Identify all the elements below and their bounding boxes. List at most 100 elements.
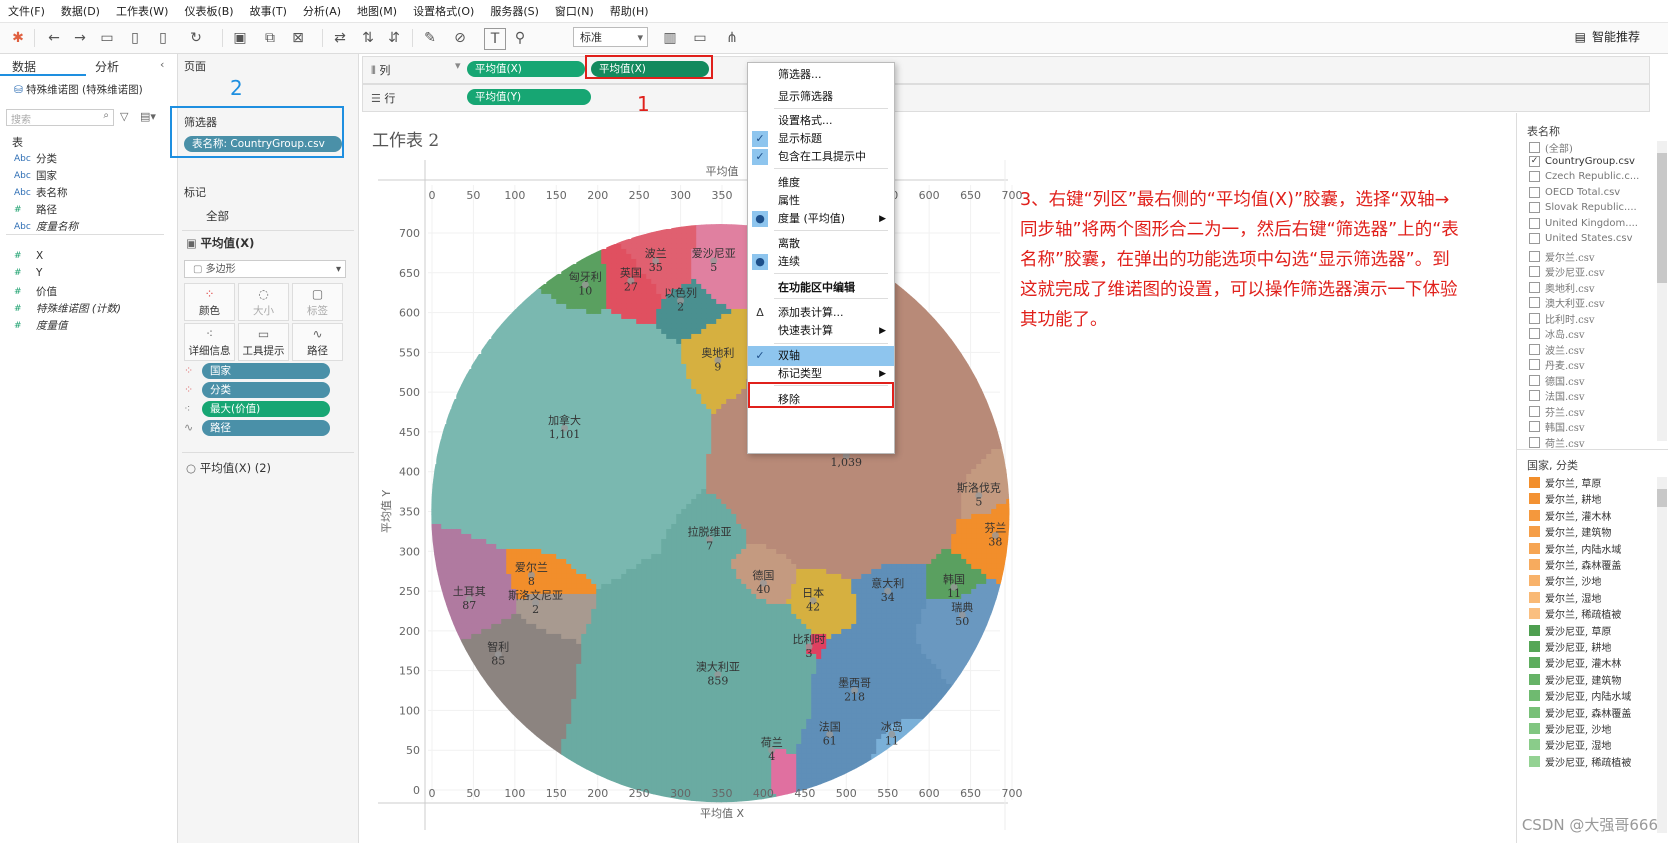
voronoi-cell[interactable] xyxy=(941,368,947,375)
voronoi-cell[interactable] xyxy=(976,428,982,435)
voronoi-cell[interactable] xyxy=(771,453,777,460)
voronoi-cell[interactable] xyxy=(526,333,532,340)
voronoi-cell[interactable] xyxy=(491,333,497,340)
voronoi-cell[interactable] xyxy=(666,308,672,315)
voronoi-cell[interactable] xyxy=(861,453,867,460)
voronoi-cell[interactable] xyxy=(641,418,647,425)
voronoi-cell[interactable] xyxy=(491,343,497,350)
voronoi-cell[interactable] xyxy=(881,473,887,480)
voronoi-cell[interactable] xyxy=(856,473,862,480)
voronoi-cell[interactable] xyxy=(481,458,487,465)
voronoi-cell[interactable] xyxy=(696,483,702,490)
voronoi-cell[interactable] xyxy=(936,323,942,330)
voronoi-cell[interactable] xyxy=(666,348,672,355)
voronoi-cell[interactable] xyxy=(631,383,637,390)
voronoi-cell[interactable] xyxy=(616,308,622,315)
voronoi-cell[interactable] xyxy=(616,313,622,320)
voronoi-cell[interactable] xyxy=(596,328,602,335)
voronoi-cell[interactable] xyxy=(926,423,932,430)
voronoi-cell[interactable] xyxy=(616,483,622,490)
voronoi-cell[interactable] xyxy=(951,473,957,480)
voronoi-cell[interactable] xyxy=(601,263,607,270)
voronoi-cell[interactable] xyxy=(601,333,607,340)
voronoi-cell[interactable] xyxy=(741,438,747,445)
voronoi-cell[interactable] xyxy=(461,468,467,475)
voronoi-cell[interactable] xyxy=(511,373,517,380)
voronoi-cell[interactable] xyxy=(656,463,662,470)
voronoi-cell[interactable] xyxy=(801,483,807,490)
voronoi-cell[interactable] xyxy=(581,398,587,405)
voronoi-cell[interactable] xyxy=(946,453,952,460)
voronoi-cell[interactable] xyxy=(661,398,667,405)
voronoi-cell[interactable] xyxy=(436,443,442,450)
voronoi-cell[interactable] xyxy=(461,418,467,425)
voronoi-cell[interactable] xyxy=(641,438,647,445)
voronoi-cell[interactable] xyxy=(461,403,467,410)
voronoi-cell[interactable] xyxy=(626,343,632,350)
voronoi-cell[interactable] xyxy=(966,433,972,440)
voronoi-cell[interactable] xyxy=(546,343,552,350)
voronoi-cell[interactable] xyxy=(681,328,687,335)
voronoi-cell[interactable] xyxy=(446,483,452,490)
voronoi-cell[interactable] xyxy=(506,378,512,385)
voronoi-cell[interactable] xyxy=(611,278,617,285)
voronoi-cell[interactable] xyxy=(706,313,712,320)
voronoi-cell[interactable] xyxy=(736,368,742,375)
voronoi-cell[interactable] xyxy=(646,308,652,315)
voronoi-cell[interactable] xyxy=(806,463,812,470)
voronoi-cell[interactable] xyxy=(671,338,677,345)
voronoi-cell[interactable] xyxy=(901,458,907,465)
voronoi-cell[interactable] xyxy=(601,278,607,285)
voronoi-cell[interactable] xyxy=(581,403,587,410)
voronoi-cell[interactable] xyxy=(731,288,737,295)
voronoi-cell[interactable] xyxy=(911,428,917,435)
voronoi-cell[interactable] xyxy=(651,328,657,335)
voronoi-cell[interactable] xyxy=(476,468,482,475)
voronoi-cell[interactable] xyxy=(656,403,662,410)
voronoi-cell[interactable] xyxy=(546,338,552,345)
voronoi-cell[interactable] xyxy=(656,293,662,300)
voronoi-cell[interactable] xyxy=(556,353,562,360)
voronoi-cell[interactable] xyxy=(506,333,512,340)
voronoi-cell[interactable] xyxy=(536,378,542,385)
voronoi-cell[interactable] xyxy=(911,398,917,405)
voronoi-cell[interactable] xyxy=(711,418,717,425)
voronoi-cell[interactable] xyxy=(561,348,567,355)
voronoi-cell[interactable] xyxy=(526,383,532,390)
voronoi-cell[interactable] xyxy=(946,368,952,375)
voronoi-cell[interactable] xyxy=(916,303,922,310)
voronoi-cell[interactable] xyxy=(876,463,882,470)
voronoi-cell[interactable] xyxy=(811,458,817,465)
voronoi-cell[interactable] xyxy=(611,378,617,385)
voronoi-cell[interactable] xyxy=(666,478,672,485)
voronoi-cell[interactable] xyxy=(711,298,717,305)
voronoi-cell[interactable] xyxy=(566,403,572,410)
voronoi-cell[interactable] xyxy=(936,413,942,420)
voronoi-cell[interactable] xyxy=(501,338,507,345)
voronoi-cell[interactable] xyxy=(736,233,742,240)
voronoi-cell[interactable] xyxy=(511,483,517,490)
voronoi-cell[interactable] xyxy=(601,298,607,305)
voronoi-cell[interactable] xyxy=(956,353,962,360)
voronoi-cell[interactable] xyxy=(636,338,642,345)
voronoi-cell[interactable] xyxy=(701,423,707,430)
voronoi-cell[interactable] xyxy=(551,298,557,305)
voronoi-cell[interactable] xyxy=(901,363,907,370)
voronoi-cell[interactable] xyxy=(611,358,617,365)
voronoi-cell[interactable] xyxy=(716,383,722,390)
voronoi-cell[interactable] xyxy=(926,318,932,325)
voronoi-cell[interactable] xyxy=(901,383,907,390)
voronoi-cell[interactable] xyxy=(686,278,692,285)
voronoi-cell[interactable] xyxy=(536,343,542,350)
voronoi-cell[interactable] xyxy=(926,403,932,410)
voronoi-cell[interactable] xyxy=(931,318,937,325)
voronoi-cell[interactable] xyxy=(491,413,497,420)
voronoi-cell[interactable] xyxy=(671,448,677,455)
voronoi-cell[interactable] xyxy=(851,478,857,485)
voronoi-cell[interactable] xyxy=(931,418,937,425)
voronoi-cell[interactable] xyxy=(771,473,777,480)
voronoi-cell[interactable] xyxy=(481,483,487,490)
voronoi-cell[interactable] xyxy=(681,443,687,450)
voronoi-cell[interactable] xyxy=(716,233,722,240)
voronoi-cell[interactable] xyxy=(656,323,662,330)
